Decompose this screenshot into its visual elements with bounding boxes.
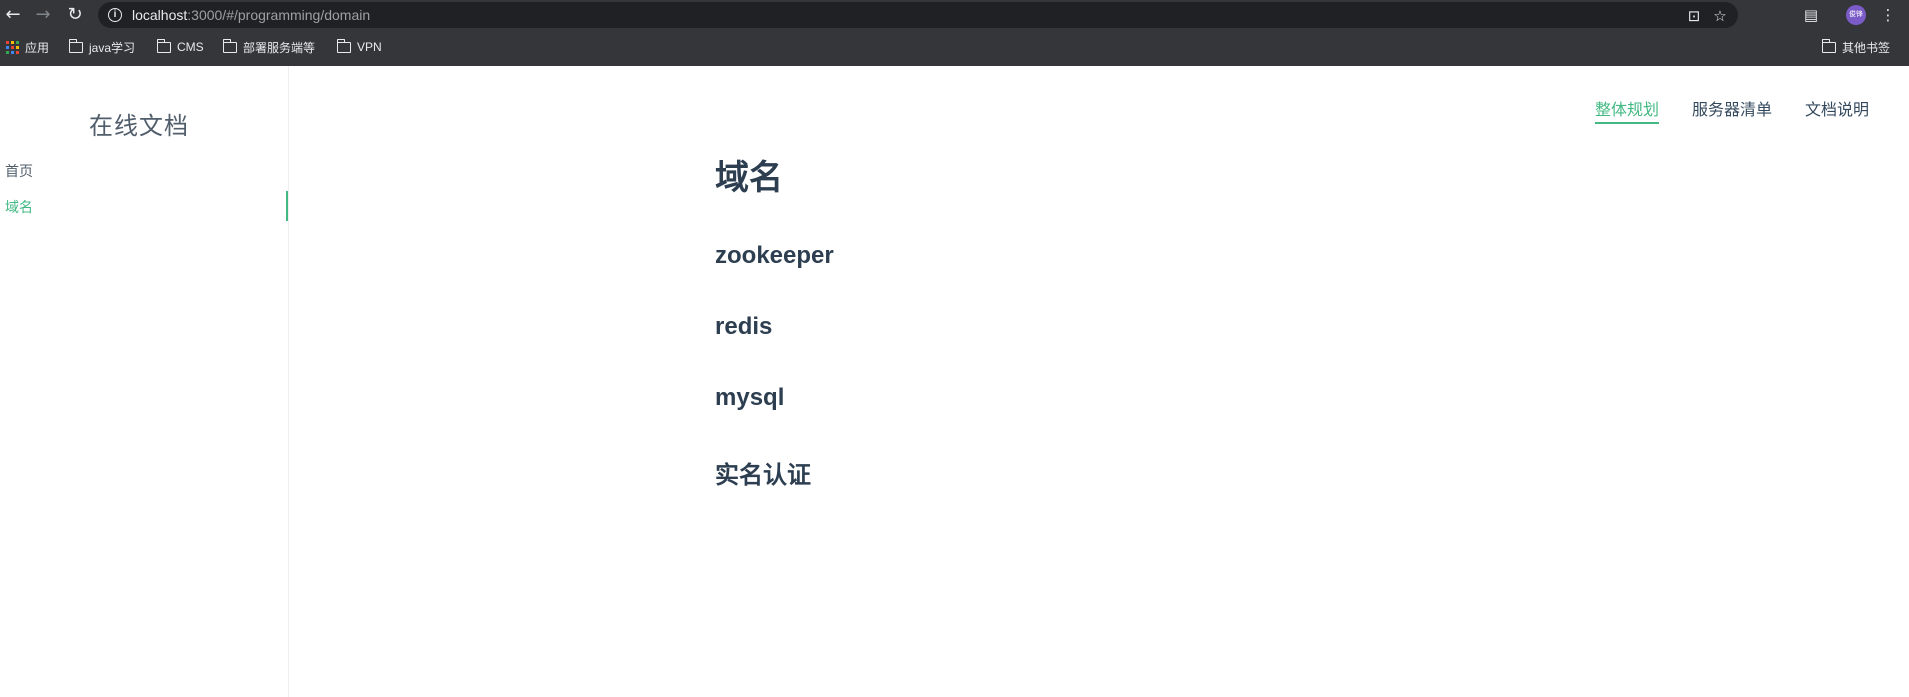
bookmark-other[interactable]: 其他书签 bbox=[1821, 37, 1891, 57]
url-path: :3000/#/programming/domain bbox=[187, 7, 371, 23]
bookmark-apps[interactable]: 应用 bbox=[6, 37, 49, 57]
bookmark-java[interactable]: java学习 bbox=[68, 37, 136, 57]
browser-toolbar: ← → ↻ i localhost:3000/#/programming/dom… bbox=[0, 0, 1909, 30]
nav-server-list[interactable]: 服务器清单 bbox=[1692, 96, 1772, 124]
bookmark-star-icon[interactable]: ☆ bbox=[1710, 6, 1730, 26]
bookmark-deploy[interactable]: 部署服务端等 bbox=[222, 37, 316, 57]
app-name[interactable]: 在线文档 bbox=[0, 106, 278, 141]
folder-icon bbox=[68, 38, 83, 53]
section-heading[interactable]: zookeeper bbox=[715, 242, 834, 270]
bookmark-cms[interactable]: CMS bbox=[156, 37, 204, 57]
bookmark-other-label: 其他书签 bbox=[1842, 40, 1891, 55]
bookmark-java-label: java学习 bbox=[89, 40, 136, 55]
reload-icon[interactable]: ↻ bbox=[64, 4, 86, 26]
browser-chrome: ← → ↻ i localhost:3000/#/programming/dom… bbox=[0, 0, 1909, 66]
top-nav: 整体规划 服务器清单 文档说明 bbox=[1594, 96, 1869, 124]
forward-icon[interactable]: → bbox=[32, 4, 54, 26]
bookmark-deploy-label: 部署服务端等 bbox=[243, 40, 316, 55]
nav-doc-description[interactable]: 文档说明 bbox=[1805, 96, 1869, 124]
profile-avatar[interactable]: 俊锋 bbox=[1846, 5, 1866, 25]
folder-icon bbox=[156, 38, 171, 53]
folder-icon bbox=[222, 38, 237, 53]
site-info-icon[interactable]: i bbox=[108, 8, 122, 22]
bookmark-vpn-label: VPN bbox=[357, 40, 382, 54]
bookmark-apps-label: 应用 bbox=[25, 40, 50, 55]
section-heading[interactable]: 实名认证 bbox=[715, 455, 811, 490]
sidebar-item-home[interactable]: 首页 bbox=[5, 161, 33, 181]
section-heading[interactable]: mysql bbox=[715, 384, 784, 412]
apps-icon bbox=[6, 40, 19, 54]
extension-icon[interactable]: ▤ bbox=[1800, 4, 1822, 26]
nav-overall-plan[interactable]: 整体规划 bbox=[1594, 96, 1659, 124]
address-bar[interactable]: i localhost:3000/#/programming/domain ⊡ … bbox=[98, 2, 1738, 28]
main-content: 域名 zookeeper redis mysql 实名认证 bbox=[715, 156, 834, 489]
page-title: 域名 bbox=[715, 159, 783, 197]
folder-icon bbox=[1821, 38, 1836, 53]
browser-menu-icon[interactable]: ⋮ bbox=[1877, 4, 1899, 26]
translate-icon[interactable]: ⊡ bbox=[1684, 6, 1704, 26]
back-icon[interactable]: ← bbox=[2, 4, 24, 26]
folder-icon bbox=[336, 38, 351, 53]
sidebar-active-indicator bbox=[286, 191, 288, 221]
url-host: localhost bbox=[132, 7, 188, 23]
url-text[interactable]: localhost:3000/#/programming/domain bbox=[132, 7, 370, 23]
sidebar: 在线文档 首页 域名 bbox=[0, 66, 289, 697]
bookmark-cms-label: CMS bbox=[177, 40, 204, 54]
bookmark-vpn[interactable]: VPN bbox=[336, 37, 382, 57]
sidebar-item-domain[interactable]: 域名 bbox=[5, 197, 33, 217]
section-heading[interactable]: redis bbox=[715, 313, 772, 341]
bookmarks-bar: 应用 java学习 CMS 部署服务端等 VPN 其他书签 bbox=[0, 32, 1909, 62]
